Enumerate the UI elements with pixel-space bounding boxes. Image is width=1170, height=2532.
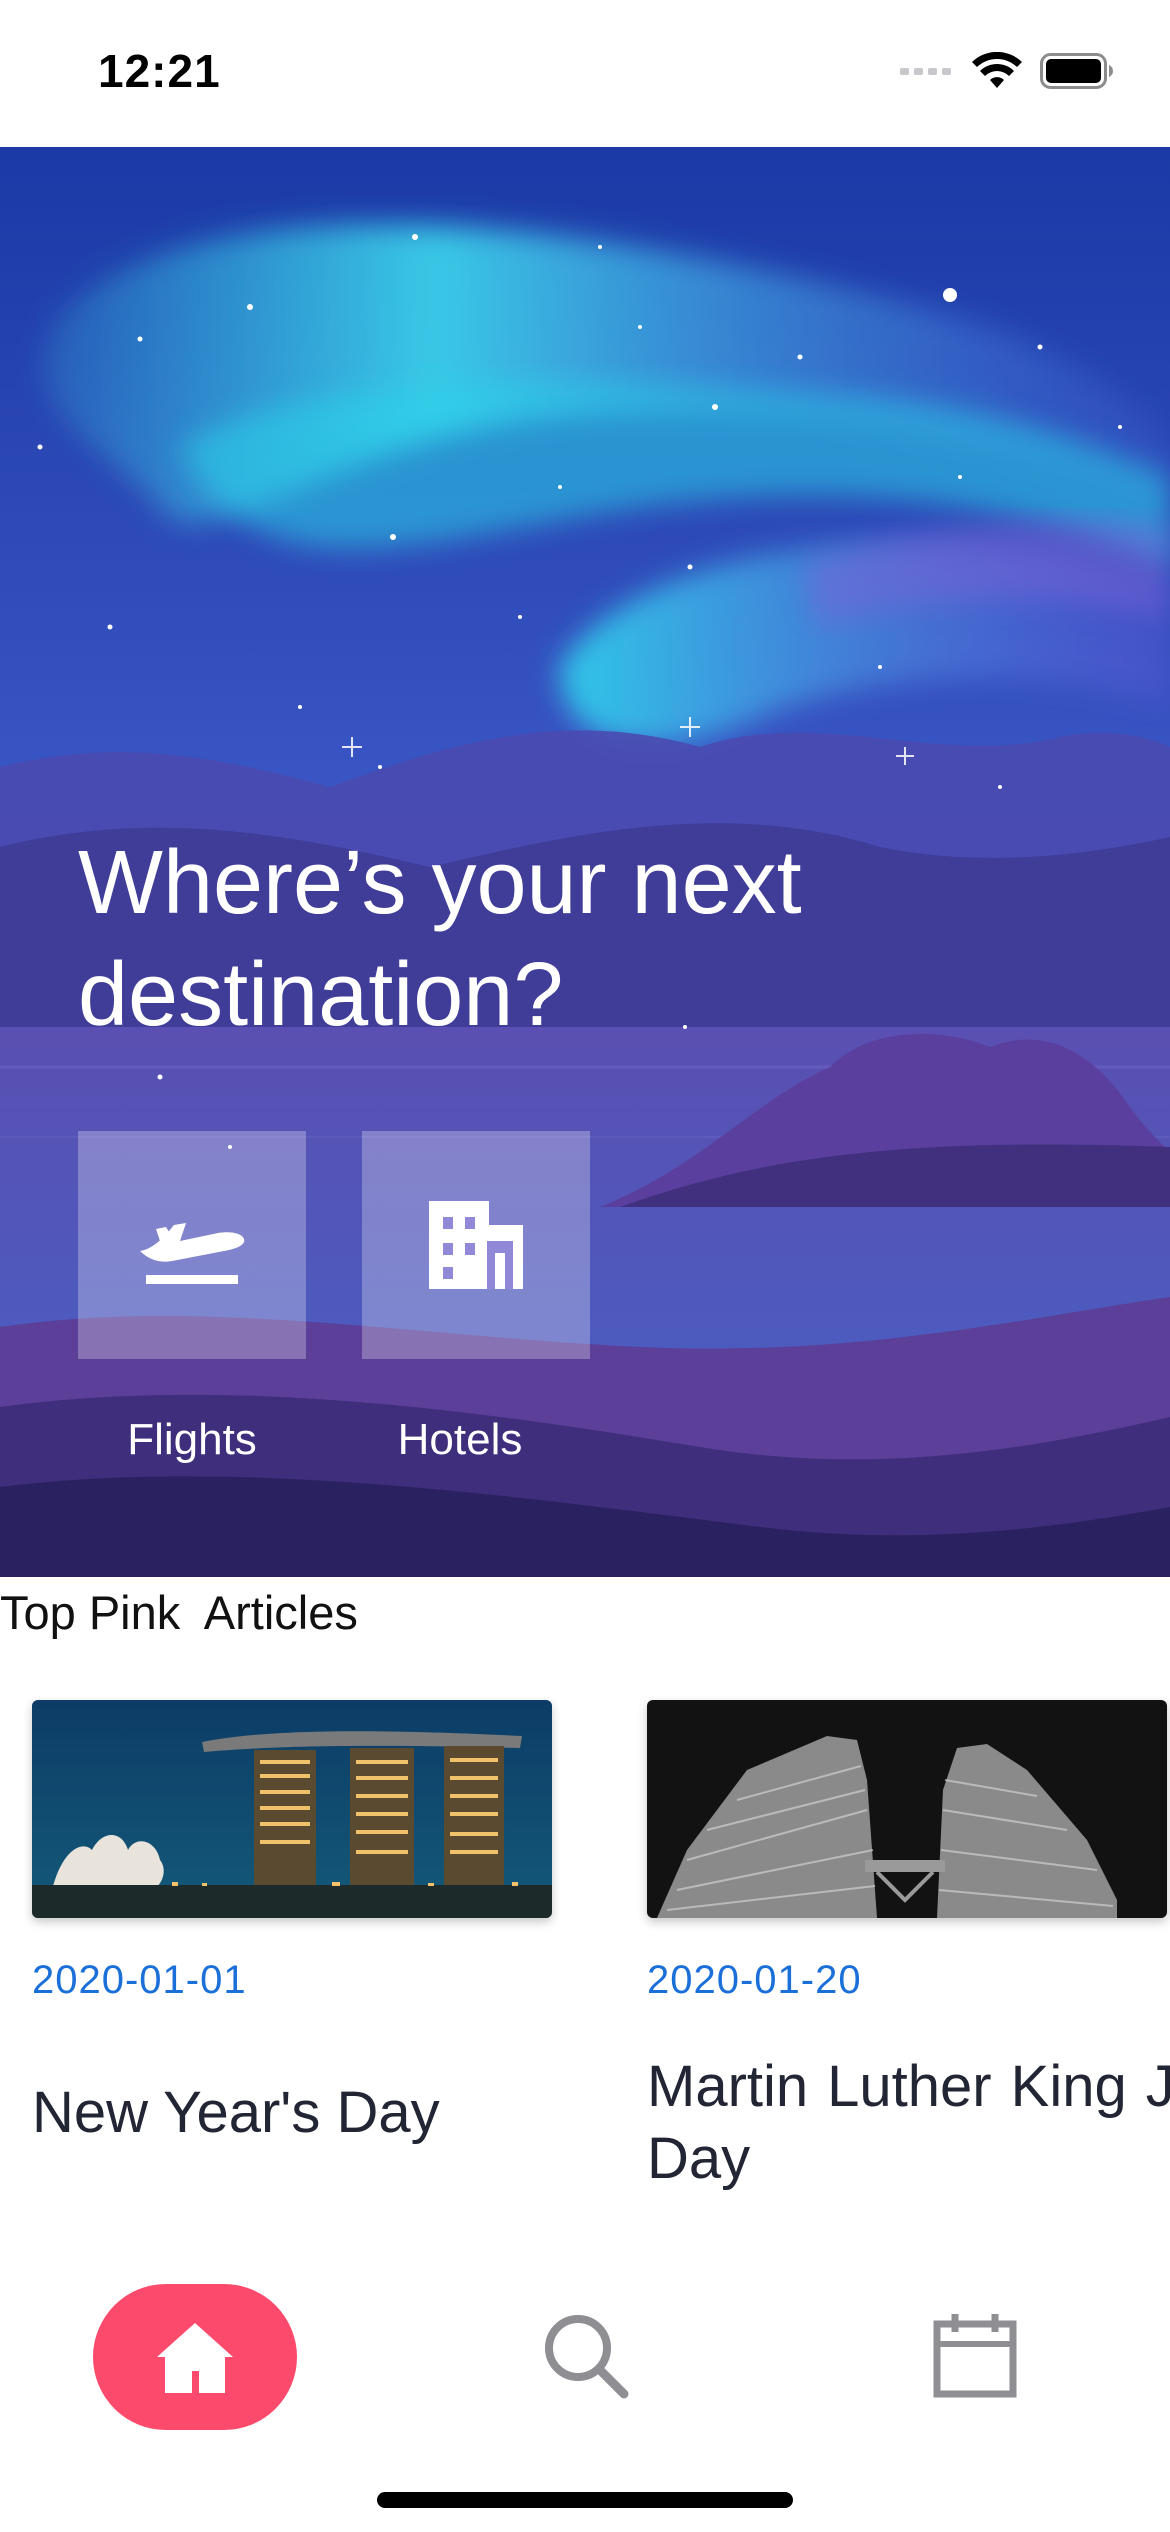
tab-home[interactable] bbox=[93, 2284, 297, 2430]
tab-search[interactable] bbox=[520, 2290, 650, 2420]
night-skyline-hotel-photo bbox=[32, 1700, 552, 1918]
calendar-icon bbox=[933, 2314, 1017, 2398]
tab-calendar[interactable] bbox=[910, 2290, 1040, 2420]
article-thumbnail[interactable] bbox=[647, 1700, 1167, 1918]
hotel-building-icon bbox=[429, 1201, 523, 1289]
wifi-icon bbox=[972, 52, 1022, 88]
article-title: New Year's Day bbox=[32, 2080, 440, 2145]
hero-title: Where’s your next destination? bbox=[78, 833, 802, 1045]
hotels-label: Hotels bbox=[397, 1415, 523, 1464]
article-thumbnail[interactable] bbox=[32, 1700, 552, 1918]
hotels-button[interactable] bbox=[362, 1131, 590, 1359]
twin-towers-night-photo bbox=[647, 1700, 1167, 1918]
flights-label: Flights bbox=[127, 1415, 257, 1464]
flights-button[interactable] bbox=[78, 1131, 306, 1359]
article-card[interactable]: 2020-01-20 Martin Luther King Jr. Day bbox=[647, 1700, 1170, 2195]
article-date: 2020-01-01 bbox=[32, 1958, 247, 2002]
section-title: Top Pink Articles bbox=[0, 1586, 358, 1639]
status-bar: 12:21 bbox=[0, 0, 1170, 147]
cellular-signal-icon bbox=[900, 68, 951, 75]
airplane-takeoff-icon bbox=[140, 1223, 245, 1284]
battery-icon bbox=[1040, 53, 1113, 89]
search-icon bbox=[545, 2315, 629, 2399]
article-title: Martin Luther King Jr. Day bbox=[647, 2054, 1170, 2191]
status-time: 12:21 bbox=[98, 45, 221, 97]
article-card[interactable]: 2020-01-01 New Year's Day bbox=[32, 1700, 552, 2149]
hero-banner: Where’s your next destination? Flights H… bbox=[0, 147, 1170, 1577]
home-icon bbox=[157, 2323, 233, 2393]
home-indicator[interactable] bbox=[377, 2492, 793, 2508]
article-date: 2020-01-20 bbox=[647, 1958, 862, 2002]
status-icons bbox=[900, 52, 1114, 90]
